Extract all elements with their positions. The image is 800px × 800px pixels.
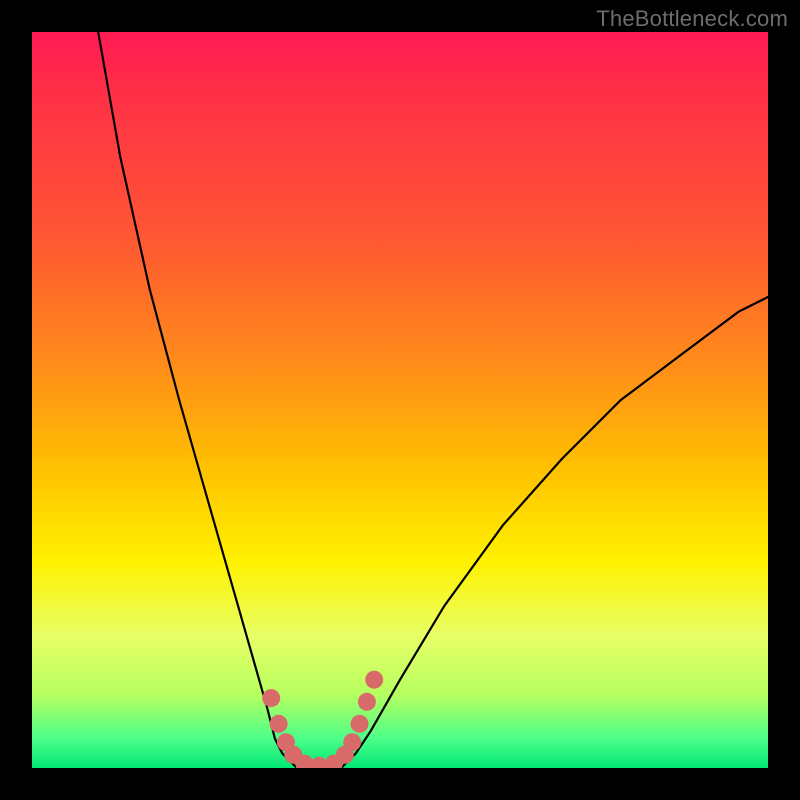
valley-marker-dot xyxy=(351,715,369,733)
curve-right-branch xyxy=(334,297,768,768)
valley-marker-dot xyxy=(270,715,288,733)
valley-marker-dot xyxy=(343,733,361,751)
valley-marker-dot xyxy=(358,693,376,711)
valley-marker-dot xyxy=(262,689,280,707)
valley-marker-dot xyxy=(365,671,383,689)
curve-left-branch xyxy=(98,32,304,768)
plot-area xyxy=(32,32,768,768)
watermark-text: TheBottleneck.com xyxy=(596,6,788,32)
valley-markers xyxy=(262,671,383,768)
chart-svg xyxy=(32,32,768,768)
outer-frame: TheBottleneck.com xyxy=(0,0,800,800)
